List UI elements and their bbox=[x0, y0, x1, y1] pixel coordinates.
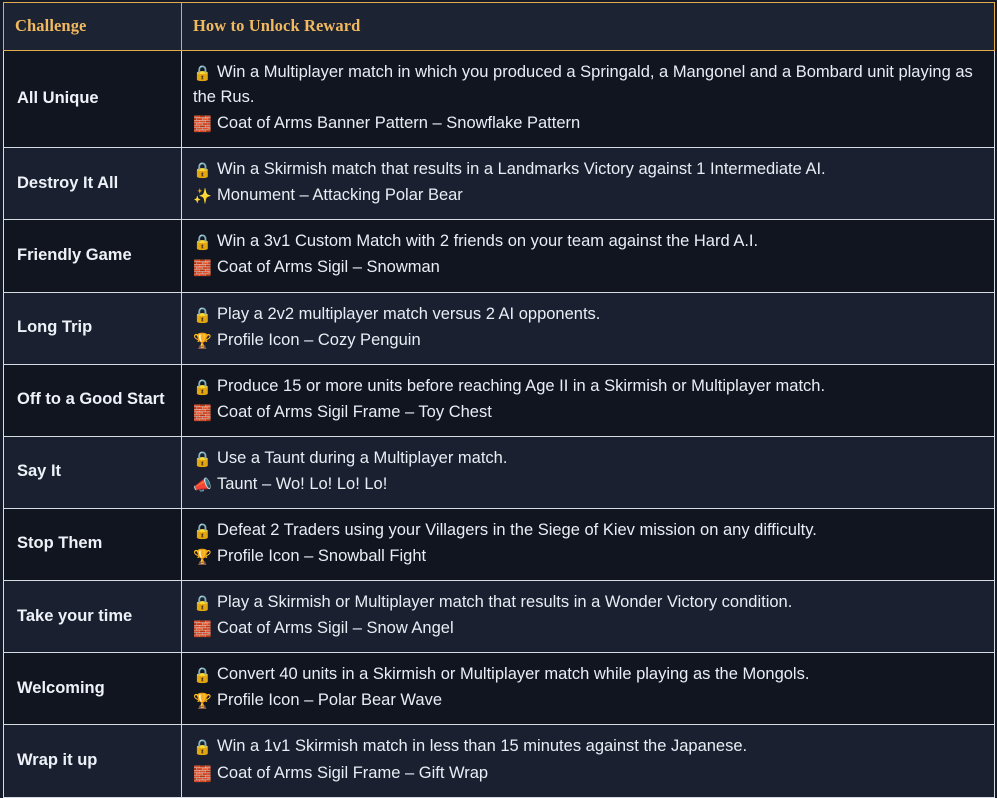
lock-icon: 🔒 bbox=[193, 161, 212, 180]
how-to-unlock-cell: 🔒 Win a Skirmish match that results in a … bbox=[181, 147, 995, 221]
bricks-icon: 🧱 bbox=[193, 403, 212, 422]
requirement-text: Produce 15 or more units before reaching… bbox=[217, 376, 826, 395]
table-row: Friendly Game 🔒 Win a 3v1 Custom Match wit… bbox=[3, 219, 995, 293]
requirement-text: Win a 3v1 Custom Match with 2 friends on… bbox=[217, 232, 759, 251]
reward-line: 🏆 Profile Icon – Snowball Fight bbox=[193, 544, 984, 569]
requirement-line: 🔒 Win a 1v1 Skirmish match in less than 1… bbox=[193, 734, 984, 759]
requirement-text: Play a Skirmish or Multiplayer match tha… bbox=[217, 593, 793, 612]
requirement-text: Defeat 2 Traders using your Villagers in… bbox=[217, 521, 817, 540]
reward-line: 📣 Taunt – Wo! Lo! Lo! Lo! bbox=[193, 472, 984, 497]
table-row: Long Trip 🔒 Play a 2v2 multiplayer match v… bbox=[3, 291, 995, 365]
trophy-icon: 🏆 bbox=[193, 331, 212, 350]
reward-line: 🏆 Profile Icon – Cozy Penguin bbox=[193, 328, 984, 353]
bricks-icon: 🧱 bbox=[193, 620, 212, 639]
table-row: Welcoming 🔒 Convert 40 units in a Skirmish… bbox=[3, 652, 995, 726]
requirement-line: 🔒 Win a Multiplayer match in which you pr… bbox=[193, 60, 984, 110]
challenge-name-cell: Long Trip bbox=[3, 291, 182, 365]
requirement-line: 🔒 Convert 40 units in a Skirmish or Multi… bbox=[193, 662, 984, 687]
reward-line: 🏆 Profile Icon – Polar Bear Wave bbox=[193, 688, 984, 713]
lock-icon: 🔒 bbox=[193, 233, 212, 252]
challenge-name-cell: Destroy It All bbox=[3, 147, 182, 221]
how-to-unlock-cell: 🔒 Win a 3v1 Custom Match with 2 friends o… bbox=[181, 219, 995, 293]
how-to-unlock-cell: 🔒 Play a Skirmish or Multiplayer match th… bbox=[181, 580, 995, 654]
lock-icon: 🔒 bbox=[193, 738, 212, 757]
bricks-icon: 🧱 bbox=[193, 764, 212, 783]
requirement-text: Win a Multiplayer match in which you pro… bbox=[193, 63, 973, 107]
requirement-text: Win a 1v1 Skirmish match in less than 15… bbox=[217, 737, 748, 756]
bricks-icon: 🧱 bbox=[193, 115, 212, 134]
challenge-name-cell: All Unique bbox=[3, 49, 182, 149]
requirement-line: 🔒 Defeat 2 Traders using your Villagers i… bbox=[193, 518, 984, 543]
requirement-text: Use a Taunt during a Multiplayer match. bbox=[217, 448, 508, 467]
table-header: Challenge How to Unlock Reward bbox=[3, 2, 995, 51]
reward-line: 🧱 Coat of Arms Sigil Frame – Gift Wrap bbox=[193, 761, 984, 786]
lock-icon: 🔒 bbox=[193, 64, 212, 82]
megaphone-icon: 📣 bbox=[193, 475, 212, 494]
challenge-name-cell: Off to a Good Start bbox=[3, 363, 182, 437]
lock-icon: 🔒 bbox=[193, 305, 212, 324]
how-to-unlock-cell: 🔒 Play a 2v2 multiplayer match versus 2 A… bbox=[181, 291, 995, 365]
requirement-line: 🔒 Produce 15 or more units before reachin… bbox=[193, 374, 984, 399]
requirement-line: 🔒 Play a Skirmish or Multiplayer match th… bbox=[193, 590, 984, 615]
table-row: Wrap it up 🔒 Win a 1v1 Skirmish match in l… bbox=[3, 724, 995, 798]
reward-text: Monument – Attacking Polar Bear bbox=[217, 186, 463, 205]
table-row: All Unique 🔒 Win a Multiplayer match in wh… bbox=[3, 49, 995, 149]
how-to-unlock-cell: 🔒 Win a 1v1 Skirmish match in less than 1… bbox=[181, 724, 995, 798]
how-to-unlock-cell: 🔒 Use a Taunt during a Multiplayer match.… bbox=[181, 435, 995, 510]
reward-text: Coat of Arms Sigil Frame – Toy Chest bbox=[217, 402, 492, 421]
reward-line: 🧱 Coat of Arms Sigil – Snow Angel bbox=[193, 616, 984, 641]
table-row: Say It 🔒 Use a Taunt during a Multiplayer … bbox=[3, 435, 995, 510]
how-to-unlock-cell: 🔒 Convert 40 units in a Skirmish or Multi… bbox=[181, 652, 995, 726]
reward-text: Profile Icon – Snowball Fight bbox=[217, 547, 427, 566]
challenge-rewards-table: Challenge How to Unlock Reward All Uniqu… bbox=[3, 2, 995, 798]
reward-text: Taunt – Wo! Lo! Lo! Lo! bbox=[217, 474, 388, 493]
table-row: Off to a Good Start 🔒 Produce 15 or more u… bbox=[3, 363, 995, 437]
requirement-line: 🔒 Play a 2v2 multiplayer match versus 2 A… bbox=[193, 302, 984, 327]
lock-icon: 🔒 bbox=[193, 666, 212, 685]
challenge-name-cell: Stop Them bbox=[3, 508, 182, 582]
table-row: Destroy It All 🔒 Win a Skirmish match that… bbox=[3, 147, 995, 221]
requirement-text: Convert 40 units in a Skirmish or Multip… bbox=[217, 665, 810, 684]
table-row: Take your time 🔒 Play a Skirmish or Multip… bbox=[3, 580, 995, 654]
reward-text: Coat of Arms Banner Pattern – Snowflake … bbox=[217, 114, 581, 133]
reward-line: 🧱 Coat of Arms Banner Pattern – Snowflake… bbox=[193, 111, 984, 136]
challenge-name-cell: Welcoming bbox=[3, 652, 182, 726]
lock-icon: 🔒 bbox=[193, 377, 212, 396]
requirement-line: 🔒 Use a Taunt during a Multiplayer match. bbox=[193, 446, 984, 471]
lock-icon: 🔒 bbox=[193, 594, 212, 613]
lock-icon: 🔒 bbox=[193, 522, 212, 541]
table-row: Stop Them 🔒 Defeat 2 Traders using your Vi… bbox=[3, 508, 995, 582]
column-header-how-to-unlock-reward: How to Unlock Reward bbox=[181, 2, 995, 51]
reward-line: ✨ Monument – Attacking Polar Bear bbox=[193, 183, 984, 208]
challenge-name-cell: Take your time bbox=[3, 580, 182, 654]
challenge-name-cell: Say It bbox=[3, 435, 182, 510]
trophy-icon: 🏆 bbox=[193, 692, 212, 711]
how-to-unlock-cell: 🔒 Defeat 2 Traders using your Villagers i… bbox=[181, 508, 995, 582]
challenge-rewards-page: Challenge How to Unlock Reward All Uniqu… bbox=[0, 2, 997, 798]
requirement-text: Win a Skirmish match that results in a L… bbox=[217, 160, 826, 179]
bricks-icon: 🧱 bbox=[193, 259, 212, 278]
reward-line: 🧱 Coat of Arms Sigil Frame – Toy Chest bbox=[193, 400, 984, 425]
how-to-unlock-cell: 🔒 Win a Multiplayer match in which you pr… bbox=[181, 49, 995, 149]
sparkles-icon: ✨ bbox=[193, 187, 212, 206]
reward-text: Coat of Arms Sigil – Snowman bbox=[217, 258, 440, 277]
challenge-name-cell: Wrap it up bbox=[3, 724, 182, 798]
column-header-challenge: Challenge bbox=[3, 2, 182, 51]
requirement-text: Play a 2v2 multiplayer match versus 2 AI… bbox=[217, 304, 601, 323]
trophy-icon: 🏆 bbox=[193, 548, 212, 567]
reward-text: Coat of Arms Sigil – Snow Angel bbox=[217, 619, 454, 638]
reward-line: 🧱 Coat of Arms Sigil – Snowman bbox=[193, 255, 984, 280]
requirement-line: 🔒 Win a Skirmish match that results in a … bbox=[193, 157, 984, 182]
requirement-line: 🔒 Win a 3v1 Custom Match with 2 friends o… bbox=[193, 229, 984, 254]
how-to-unlock-cell: 🔒 Produce 15 or more units before reachin… bbox=[181, 363, 995, 437]
challenge-name-cell: Friendly Game bbox=[3, 219, 182, 293]
lock-icon: 🔒 bbox=[193, 449, 212, 468]
reward-text: Profile Icon – Cozy Penguin bbox=[217, 330, 421, 349]
reward-text: Coat of Arms Sigil Frame – Gift Wrap bbox=[217, 763, 489, 782]
reward-text: Profile Icon – Polar Bear Wave bbox=[217, 691, 442, 710]
table-body: All Unique 🔒 Win a Multiplayer match in wh… bbox=[3, 49, 995, 798]
table-header-row: Challenge How to Unlock Reward bbox=[3, 2, 995, 51]
